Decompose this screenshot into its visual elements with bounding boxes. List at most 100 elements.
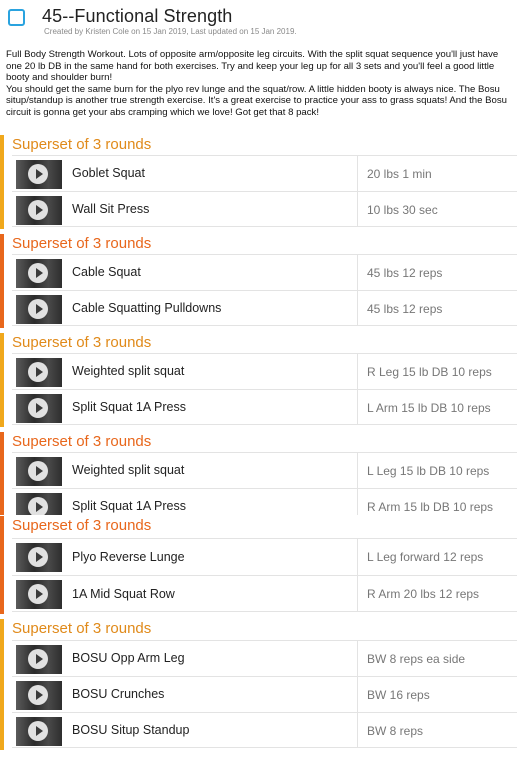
exercise-row[interactable]: 1A Mid Squat Row R Arm 20 lbs 12 reps [12,575,517,612]
superset-title: Superset of 3 rounds [12,334,152,351]
video-thumbnail[interactable] [16,580,62,609]
column-divider [357,641,358,676]
exercise-name[interactable]: Goblet Squat [72,166,145,180]
exercise-name[interactable]: Split Squat 1A Press [72,400,186,414]
complete-checkbox[interactable] [8,9,25,26]
video-thumbnail[interactable] [16,681,62,710]
video-thumbnail[interactable] [16,358,62,387]
section-accent-bar [0,234,4,328]
column-divider [357,576,358,611]
exercise-name[interactable]: BOSU Crunches [72,687,164,701]
column-divider [357,192,358,226]
video-thumbnail[interactable] [16,196,62,225]
exercise-detail: L Arm 15 lb DB 10 reps [367,401,491,415]
description-paragraph-2: You should get the same burn for the ply… [6,83,507,118]
superset-title: Superset of 3 rounds [12,433,152,450]
section-accent-bar [0,432,4,515]
exercise-detail: L Leg 15 lb DB 10 reps [367,464,490,478]
column-divider [357,390,358,424]
play-icon[interactable] [28,362,48,382]
workout-description: Full Body Strength Workout. Lots of oppo… [6,49,512,119]
exercise-name[interactable]: Wall Sit Press [72,202,149,216]
column-divider [357,156,358,191]
exercise-row[interactable]: BOSU Opp Arm Leg BW 8 reps ea side [12,640,517,676]
exercise-row[interactable]: Weighted split squat R Leg 15 lb DB 10 re… [12,353,517,389]
exercise-name[interactable]: BOSU Opp Arm Leg [72,651,185,665]
exercise-name[interactable]: Cable Squatting Pulldowns [72,301,221,315]
column-divider [357,713,358,747]
section-accent-bar [0,135,4,229]
exercise-detail: R Leg 15 lb DB 10 reps [367,365,492,379]
column-divider [357,453,358,488]
video-thumbnail[interactable] [16,645,62,674]
exercise-name[interactable]: Weighted split squat [72,364,184,378]
superset-section: Superset of 3 rounds Goblet Squat 20 lbs 1… [0,135,517,229]
play-icon[interactable] [28,200,48,220]
section-accent-bar [0,619,4,750]
video-thumbnail[interactable] [16,259,62,288]
exercise-detail: 20 lbs 1 min [367,167,432,181]
workout-meta: Created by Kristen Cole on 15 Jan 2019, … [44,27,297,36]
exercise-name[interactable]: Plyo Reverse Lunge [72,550,185,564]
column-divider [357,539,358,575]
play-icon[interactable] [28,164,48,184]
column-divider [357,677,358,712]
exercise-detail: BW 16 reps [367,688,430,702]
superset-title: Superset of 3 rounds [12,620,152,637]
superset-section: Superset of 3 rounds Weighted split squat… [0,333,517,427]
column-divider [357,489,358,515]
play-icon[interactable] [28,299,48,319]
column-divider [357,255,358,290]
exercise-detail: 10 lbs 30 sec [367,203,438,217]
exercise-name[interactable]: Weighted split squat [72,463,184,477]
exercise-name[interactable]: 1A Mid Squat Row [72,587,175,601]
video-thumbnail[interactable] [16,394,62,423]
workout-title: 45--Functional Strength [42,6,233,26]
superset-title: Superset of 3 rounds [12,136,152,153]
play-icon[interactable] [28,649,48,669]
column-divider [357,291,358,325]
play-icon[interactable] [28,398,48,418]
exercise-name[interactable]: Split Squat 1A Press [72,499,186,513]
exercise-row[interactable]: Cable Squatting Pulldowns 45 lbs 12 reps [12,290,517,326]
exercise-row[interactable]: Plyo Reverse Lunge L Leg forward 12 reps [12,538,517,575]
exercise-row[interactable]: Weighted split squat L Leg 15 lb DB 10 re… [12,452,517,488]
video-thumbnail[interactable] [16,160,62,189]
workout-header: 45--Functional Strength Created by Krist… [0,0,517,42]
exercise-name[interactable]: BOSU Situp Standup [72,723,189,737]
video-thumbnail[interactable] [16,457,62,486]
exercise-row[interactable]: BOSU Crunches BW 16 reps [12,676,517,712]
exercise-detail: R Arm 15 lb DB 10 reps [367,500,494,514]
exercise-detail: R Arm 20 lbs 12 reps [367,587,480,601]
superset-section: Superset of 3 rounds Plyo Reverse Lunge L … [0,516,517,614]
video-thumbnail[interactable] [16,493,62,515]
play-icon[interactable] [28,721,48,741]
exercise-detail: BW 8 reps ea side [367,652,466,666]
play-icon[interactable] [28,461,48,481]
video-thumbnail[interactable] [16,543,62,572]
exercise-detail: 45 lbs 12 reps [367,302,443,316]
play-icon[interactable] [28,685,48,705]
exercise-row[interactable]: Cable Squat 45 lbs 12 reps [12,254,517,290]
exercise-row[interactable]: Goblet Squat 20 lbs 1 min [12,155,517,191]
superset-section: Superset of 3 rounds Cable Squat 45 lbs 12… [0,234,517,328]
exercise-detail: BW 8 reps [367,724,424,738]
exercise-row[interactable]: BOSU Situp Standup BW 8 reps [12,712,517,748]
exercise-row[interactable]: Split Squat 1A Press L Arm 15 lb DB 10 re… [12,389,517,425]
exercise-detail: L Leg forward 12 reps [367,550,484,564]
column-divider [357,354,358,389]
superset-section: Superset of 3 rounds Weighted split squat… [0,432,517,515]
play-icon[interactable] [28,497,48,515]
superset-title: Superset of 3 rounds [12,235,152,252]
video-thumbnail[interactable] [16,295,62,324]
video-thumbnail[interactable] [16,717,62,746]
superset-section: Superset of 3 rounds BOSU Opp Arm Leg BW 8… [0,619,517,750]
description-paragraph-1: Full Body Strength Workout. Lots of oppo… [6,49,499,84]
exercise-name[interactable]: Cable Squat [72,265,141,279]
play-icon[interactable] [28,263,48,283]
exercise-row[interactable]: Wall Sit Press 10 lbs 30 sec [12,191,517,227]
exercise-row[interactable]: Split Squat 1A Press R Arm 15 lb DB 10 re… [12,488,517,515]
play-icon[interactable] [28,547,48,567]
exercise-detail: 45 lbs 12 reps [367,266,443,280]
play-icon[interactable] [28,584,48,604]
